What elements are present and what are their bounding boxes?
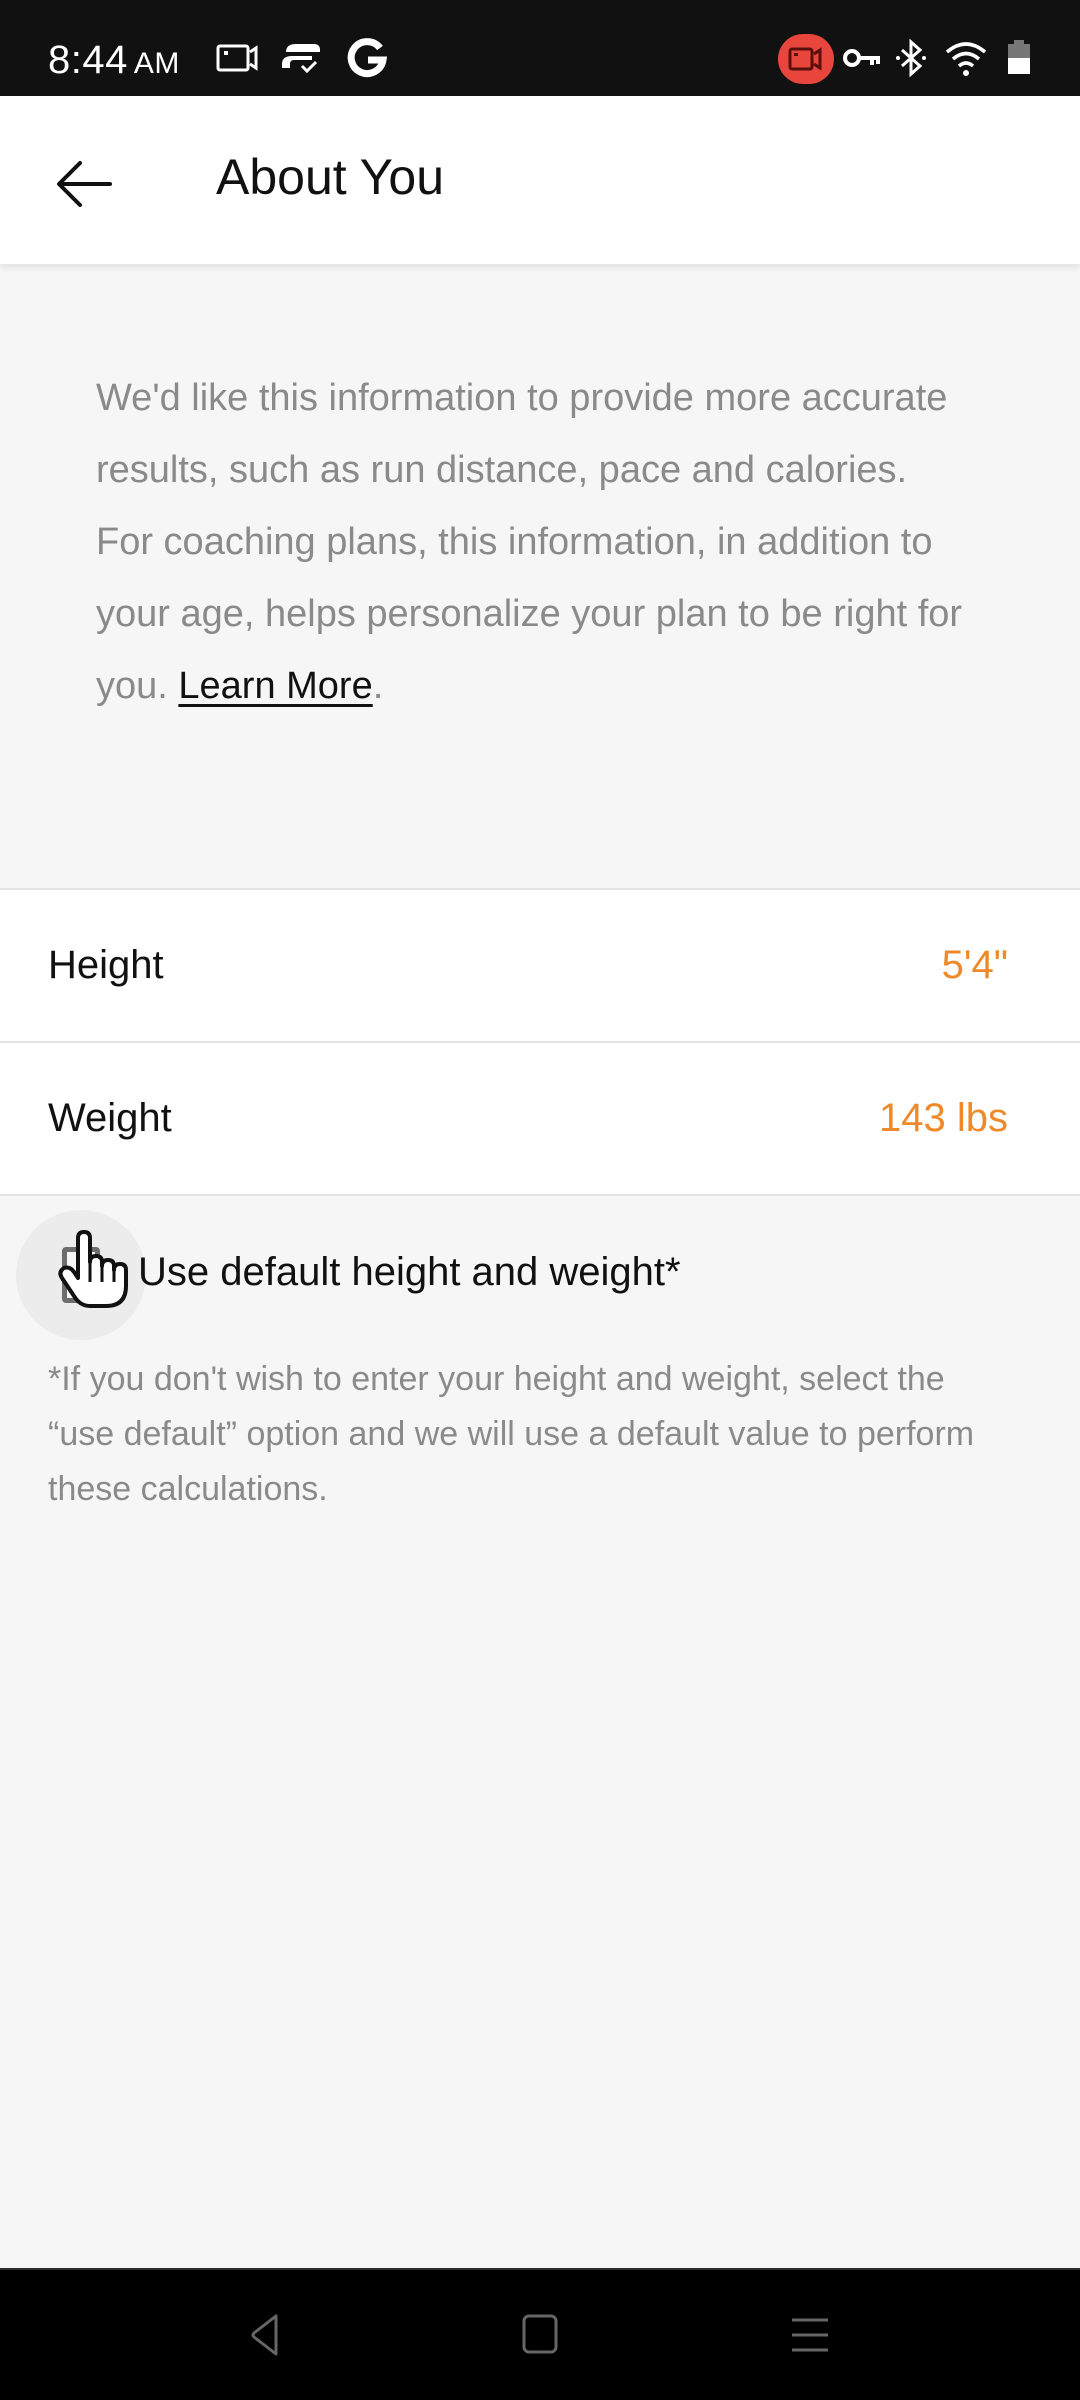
system-nav-bar: [0, 2268, 1080, 2400]
weight-value: 143 lbs: [879, 1096, 1008, 1140]
weight-row[interactable]: Weight 143 lbs: [0, 1043, 1080, 1196]
screen-record-icon: [216, 44, 258, 72]
nav-home-button[interactable]: [500, 2300, 580, 2370]
clock-time: 8:44: [48, 38, 128, 82]
back-button[interactable]: [40, 140, 128, 228]
page-title: About You: [216, 149, 445, 205]
google-icon: [347, 38, 388, 78]
weight-label: Weight: [48, 1096, 172, 1140]
back-nav-icon: [251, 2314, 278, 2356]
use-default-checkbox[interactable]: [16, 1210, 146, 1340]
nav-back-button[interactable]: [226, 2300, 306, 2370]
height-value: 5'4": [941, 943, 1008, 987]
height-label: Height: [48, 943, 164, 987]
recording-indicator-icon: [778, 34, 834, 84]
clock-ampm: AM: [133, 47, 180, 80]
status-bar: 8:44 AM: [0, 0, 1080, 96]
status-time: 8:44 AM: [48, 38, 180, 83]
recents-nav-icon: [792, 2318, 828, 2352]
vpn-app-icon: [282, 44, 320, 74]
vpn-key-icon: [843, 49, 880, 67]
footnote-text: *If you don't wish to enter your height …: [48, 1360, 975, 1508]
nav-recents-button[interactable]: [770, 2300, 850, 2370]
use-default-label[interactable]: Use default height and weight*: [138, 1250, 681, 1295]
height-row[interactable]: Height 5'4": [0, 890, 1080, 1043]
body-metrics-list: Height 5'4" Weight 143 lbs: [0, 888, 1080, 1196]
home-nav-icon: [522, 2314, 558, 2354]
learn-more-link[interactable]: Learn More: [178, 665, 372, 707]
battery-icon: [1008, 40, 1030, 74]
app-header: About You: [0, 96, 1080, 264]
hand-pointer-cursor-icon: [58, 1230, 128, 1308]
wifi-icon: [945, 42, 987, 76]
arrow-left-icon: [57, 161, 112, 207]
learn-more-suffix: .: [372, 665, 384, 707]
bluetooth-icon: [896, 38, 926, 78]
intro-body: We'd like this information to provide mo…: [96, 377, 963, 707]
intro-text: We'd like this information to provide mo…: [96, 362, 966, 722]
use-default-option[interactable]: Use default height and weight*: [0, 1210, 1080, 1340]
